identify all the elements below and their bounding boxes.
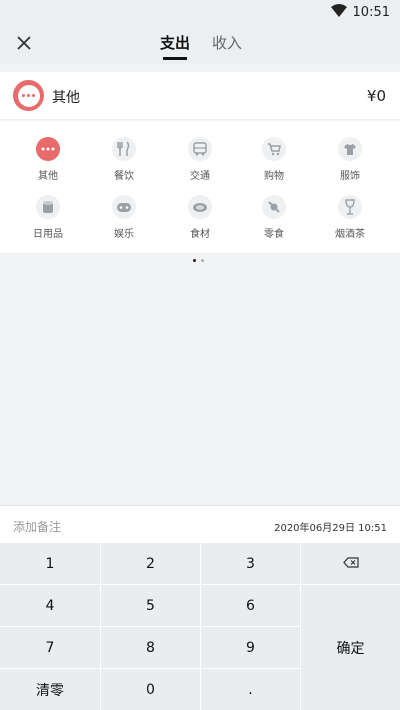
key-7[interactable]: 7 (0, 627, 101, 669)
key-3[interactable]: 3 (201, 543, 301, 585)
tab-active-indicator (163, 57, 187, 60)
key-2[interactable]: 2 (101, 543, 201, 585)
status-time: 10:51 (352, 4, 390, 20)
category-entertainment[interactable]: 娱乐 (94, 193, 154, 247)
key-decimal[interactable]: . (201, 669, 301, 710)
selected-category-row: 其他 ¥0 (0, 72, 400, 120)
key-4[interactable]: 4 (0, 585, 101, 627)
cart-icon (262, 137, 286, 161)
page-indicator (193, 259, 204, 262)
more-dots-icon (36, 137, 60, 161)
datetime-picker[interactable]: 2020年06月29日 10:51 (274, 519, 387, 534)
backspace-button[interactable] (301, 543, 400, 585)
category-tobacco-alcohol-tea[interactable]: 烟酒茶 (320, 193, 380, 247)
page-dot-active (193, 259, 196, 262)
bus-icon (188, 137, 212, 161)
remark-bar: 添加备注 2020年06月29日 10:51 (0, 505, 400, 543)
amount-display: ¥0 (366, 87, 386, 105)
clear-button[interactable]: 清零 (0, 669, 101, 710)
close-icon (17, 35, 31, 54)
category-grid: 其他 餐饮 交通 购物 服饰 日用品 娱乐 食材 零食 烟酒茶 (0, 121, 400, 253)
category-transport[interactable]: 交通 (170, 135, 230, 189)
confirm-button[interactable]: 确定 (301, 585, 400, 710)
selected-category-name: 其他 (52, 90, 80, 106)
selected-category-icon (13, 80, 44, 111)
page-dot (201, 259, 204, 262)
key-9[interactable]: 9 (201, 627, 301, 669)
gamepad-icon (112, 195, 136, 219)
remark-input[interactable]: 添加备注 (13, 518, 61, 535)
tissue-roll-icon (36, 195, 60, 219)
steak-icon (188, 195, 212, 219)
key-6[interactable]: 6 (201, 585, 301, 627)
category-snacks[interactable]: 零食 (244, 193, 304, 247)
fork-knife-icon (112, 137, 136, 161)
category-shopping[interactable]: 购物 (244, 135, 304, 189)
tab-income[interactable]: 收入 (212, 32, 242, 62)
candy-icon (262, 195, 286, 219)
backspace-icon (342, 556, 359, 572)
status-bar: 10:51 (0, 0, 400, 24)
number-keypad: 1 2 3 4 5 6 7 8 9 确定 清零 0 . (0, 543, 400, 710)
key-1[interactable]: 1 (0, 543, 101, 585)
key-0[interactable]: 0 (101, 669, 201, 710)
key-8[interactable]: 8 (101, 627, 201, 669)
category-other[interactable]: 其他 (18, 135, 78, 189)
shirt-icon (338, 137, 362, 161)
wine-glass-icon (338, 195, 362, 219)
category-clothing[interactable]: 服饰 (320, 135, 380, 189)
key-5[interactable]: 5 (101, 585, 201, 627)
category-groceries[interactable]: 食材 (170, 193, 230, 247)
header: 支出 收入 (0, 24, 400, 64)
wifi-icon (330, 3, 347, 21)
category-dining[interactable]: 餐饮 (94, 135, 154, 189)
close-button[interactable] (12, 32, 36, 56)
category-daily-goods[interactable]: 日用品 (18, 193, 78, 247)
